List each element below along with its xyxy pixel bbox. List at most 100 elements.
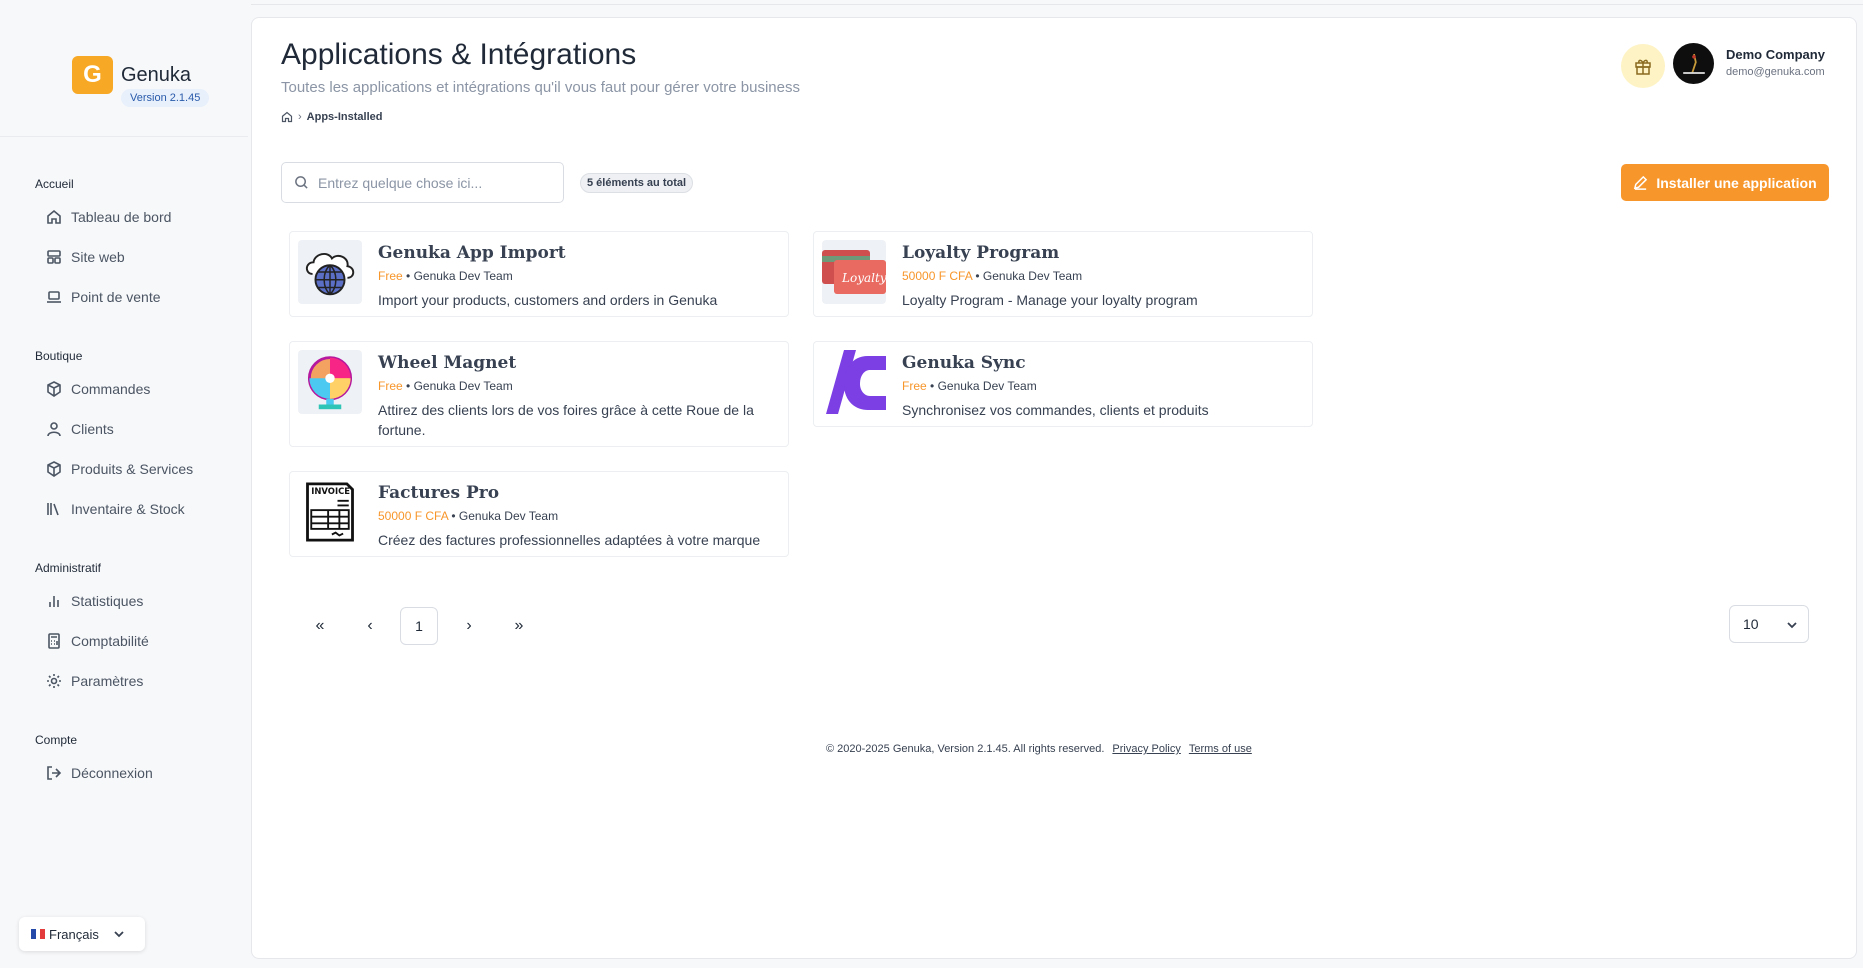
app-name: Loyalty Program [902, 243, 1060, 263]
sidebar-item-label: Paramètres [71, 673, 144, 689]
count-badge: 5 éléments au total [580, 173, 694, 193]
app-author: Genuka Dev Team [937, 379, 1037, 393]
logo-icon: G [72, 56, 113, 94]
laptop-icon [47, 291, 61, 303]
sidebar-item-label: Tableau de bord [71, 209, 172, 225]
company-logo-icon [1682, 53, 1705, 74]
top-border [0, 4, 1863, 5]
app-author: Genuka Dev Team [413, 379, 513, 393]
sidebar-item-label: Inventaire & Stock [71, 501, 185, 517]
sidebar-item-website[interactable]: Site web [46, 249, 125, 265]
app-price: 50000 F CFA [378, 509, 449, 523]
section-title-compte: Compte [35, 733, 78, 747]
section-title-administratif: Administratif [35, 561, 102, 575]
main-panel: Applications & Intégrations Toutes les a… [251, 17, 1857, 959]
search-box[interactable] [281, 162, 564, 203]
app-price: Free [378, 379, 403, 393]
app-author: Genuka Dev Team [982, 269, 1083, 283]
sync-logo-icon [822, 350, 886, 414]
last-page-button[interactable]: » [500, 607, 538, 645]
app-author: Genuka Dev Team [458, 509, 559, 523]
sidebar-item-label: Produits & Services [71, 461, 194, 477]
first-page-button[interactable]: « [301, 607, 339, 645]
sidebar-item-label: Statistiques [71, 593, 144, 609]
install-app-label: Installer une application [1656, 174, 1817, 191]
app-description: Synchronisez vos commandes, clients et p… [902, 402, 1209, 418]
company-avatar[interactable] [1673, 43, 1714, 84]
sidebar-item-settings[interactable]: Paramètres [46, 673, 143, 689]
app-description: Créez des factures professionnelles adap… [378, 532, 761, 548]
gear-icon [47, 674, 61, 688]
bar-chart-icon [49, 596, 59, 607]
sidebar-item-inventory[interactable]: Inventaire & Stock [46, 501, 185, 517]
app-card-loyalty-program[interactable]: Loyalty Loyalty Program 50000 F CFA • Ge… [813, 231, 1313, 317]
app-card-genuka-app-import[interactable]: Genuka App Import Free • Genuka Dev Team… [289, 231, 789, 317]
app-meta: 50000 F CFA • Genuka Dev Team [378, 509, 559, 523]
sidebar-item-products[interactable]: Produits & Services [46, 461, 193, 477]
prev-page-button[interactable]: ‹ [351, 607, 389, 645]
app-description: Attirez des clients lors de vos foires g… [378, 402, 754, 438]
breadcrumb-current: Apps-Installed [306, 111, 383, 123]
page-subtitle: Toutes les applications et intégrations … [281, 79, 800, 96]
sidebar-item-label: Clients [71, 421, 114, 437]
footer: © 2020-2025 Genuka, Version 2.1.45. All … [826, 743, 1252, 755]
sidebar-item-label: Point de vente [71, 289, 161, 305]
brand[interactable]: G Genuka Version 2.1.45 [72, 56, 210, 107]
install-app-button[interactable]: Installer une application [1621, 164, 1829, 201]
app-card-factures-pro[interactable]: INVOICE Factures Pro 50000 F CFA • Genuk… [289, 471, 789, 557]
sidebar-divider [0, 136, 248, 137]
sidebar-item-pos[interactable]: Point de vente [46, 289, 161, 305]
company-email: demo@genuka.com [1726, 66, 1825, 78]
sidebar-item-label: Comptabilité [71, 633, 149, 649]
logout-icon [47, 766, 62, 780]
calculator-icon [48, 633, 60, 649]
home-icon [47, 209, 61, 224]
search-input[interactable] [318, 174, 548, 191]
app-meta: Free • Genuka Dev Team [378, 379, 513, 393]
breadcrumb: › Apps-Installed [281, 111, 382, 123]
current-page-button[interactable]: 1 [400, 607, 438, 645]
page-size-value: 10 [1743, 616, 1759, 632]
invoice-icon: INVOICE [298, 480, 362, 544]
app-card-genuka-sync[interactable]: Genuka Sync Free • Genuka Dev Team Synch… [813, 341, 1313, 427]
sidebar-item-clients[interactable]: Clients [46, 421, 114, 437]
sidebar-item-statistics[interactable]: Statistiques [46, 593, 143, 609]
loyalty-card-icon: Loyalty [822, 240, 886, 304]
version-badge: Version 2.1.45 [121, 89, 210, 107]
app-meta: 50000 F CFA • Genuka Dev Team [902, 269, 1083, 283]
package-icon [47, 381, 61, 397]
app-card-wheel-magnet[interactable]: Wheel Magnet Free • Genuka Dev Team Atti… [289, 341, 789, 447]
privacy-policy-link[interactable]: Privacy Policy [1112, 743, 1180, 755]
chevron-down-icon [114, 931, 124, 938]
app-author: Genuka Dev Team [413, 269, 513, 283]
layout-icon [47, 250, 61, 264]
app-meta: Free • Genuka Dev Team [378, 269, 513, 283]
sidebar-item-dashboard[interactable]: Tableau de bord [46, 209, 171, 225]
sidebar-item-logout[interactable]: Déconnexion [46, 765, 153, 781]
pencil-icon [1634, 175, 1648, 190]
svg-text:Loyalty: Loyalty [841, 271, 886, 285]
home-icon[interactable] [281, 111, 293, 123]
search-icon [295, 176, 308, 189]
globe-cloud-icon [298, 240, 362, 304]
app-description: Import your products, customers and orde… [378, 292, 718, 308]
fortune-wheel-icon [298, 350, 362, 414]
gift-icon [1635, 59, 1651, 75]
company-name[interactable]: Demo Company [1726, 47, 1825, 62]
brand-name: Genuka [121, 64, 192, 86]
app-price: Free [378, 269, 403, 283]
sidebar-item-accounting[interactable]: Comptabilité [46, 633, 149, 649]
language-select[interactable]: Français [19, 917, 145, 951]
sidebar-item-label: Site web [71, 249, 125, 265]
sidebar-item-label: Commandes [71, 381, 151, 397]
page-title: Applications & Intégrations [281, 38, 637, 71]
sidebar-item-label: Déconnexion [71, 765, 153, 781]
next-page-button[interactable]: › [450, 607, 488, 645]
section-title-boutique: Boutique [35, 349, 83, 363]
sidebar-item-orders[interactable]: Commandes [46, 381, 150, 397]
page-size-select[interactable]: 10 [1729, 605, 1809, 643]
terms-of-use-link[interactable]: Terms of use [1189, 743, 1252, 755]
gift-button[interactable] [1621, 44, 1665, 88]
user-icon [47, 422, 61, 437]
svg-text:INVOICE: INVOICE [311, 486, 350, 496]
